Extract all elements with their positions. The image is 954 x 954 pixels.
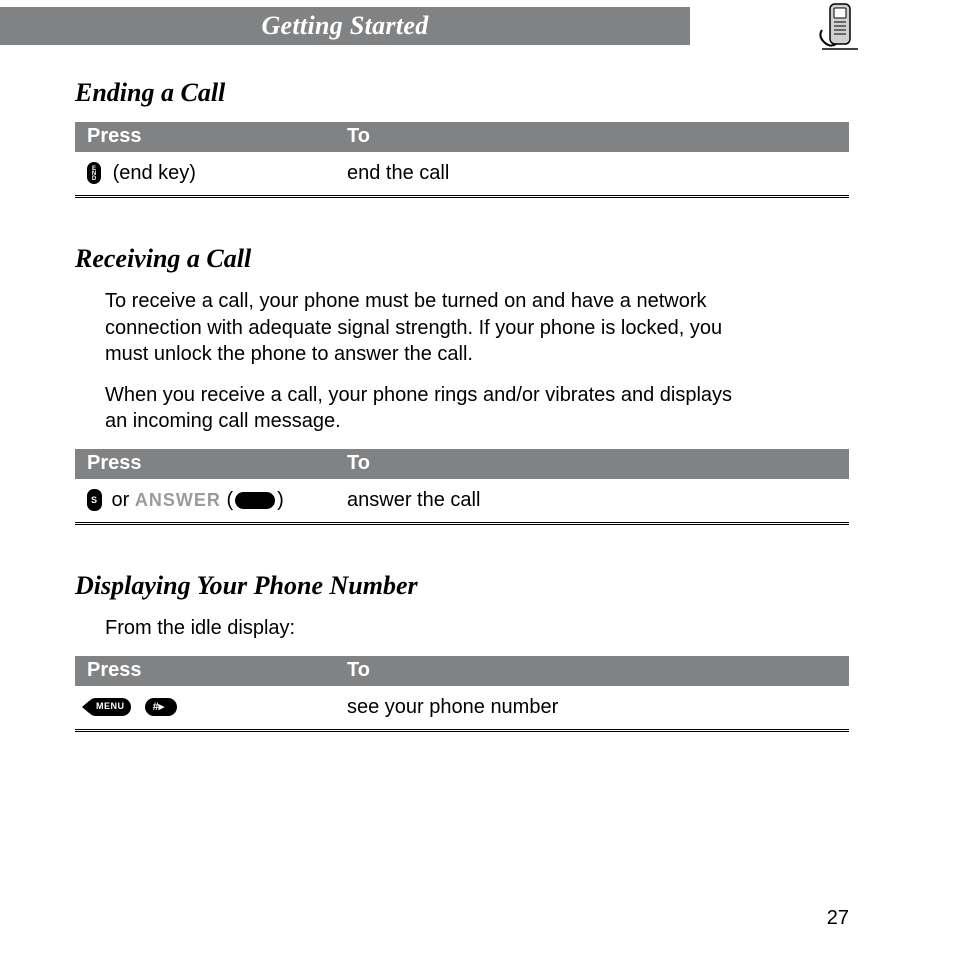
col-header-to: To bbox=[335, 656, 849, 686]
page-number: 27 bbox=[827, 907, 849, 930]
heading-receiving-a-call: Receiving a Call bbox=[75, 244, 849, 274]
table-row: or ANSWER () answer the call bbox=[75, 479, 849, 524]
page-header-title: Getting Started bbox=[261, 11, 428, 41]
answer-softkey-label: ANSWER bbox=[135, 490, 221, 510]
heading-ending-a-call: Ending a Call bbox=[75, 78, 849, 108]
phone-illustration-icon bbox=[812, 0, 868, 56]
col-header-press: Press bbox=[75, 449, 335, 479]
page-content: Ending a Call Press To (end key) end the… bbox=[75, 0, 849, 732]
send-key-icon bbox=[87, 489, 102, 511]
cell-to: end the call bbox=[335, 152, 849, 197]
menu-key-icon bbox=[87, 698, 131, 716]
paragraph: When you receive a call, your phone ring… bbox=[105, 382, 745, 435]
close-paren: ) bbox=[277, 489, 284, 511]
table-display-number: Press To see your phone number bbox=[75, 656, 849, 732]
table-receiving-call: Press To or ANSWER () answer the call bbox=[75, 449, 849, 525]
or-text: or bbox=[106, 489, 135, 511]
manual-page: Getting Started Ending a Call Press To bbox=[0, 0, 954, 954]
table-row: see your phone number bbox=[75, 686, 849, 731]
cell-press bbox=[75, 686, 335, 731]
col-header-press: Press bbox=[75, 656, 335, 686]
col-header-press: Press bbox=[75, 122, 335, 152]
col-header-to: To bbox=[335, 449, 849, 479]
hash-key-icon bbox=[145, 698, 177, 716]
heading-displaying-phone-number: Displaying Your Phone Number bbox=[75, 571, 849, 601]
col-header-to: To bbox=[335, 122, 849, 152]
open-paren: ( bbox=[226, 489, 233, 511]
cell-to: answer the call bbox=[335, 479, 849, 524]
paragraph: From the idle display: bbox=[105, 615, 745, 642]
cell-press: (end key) bbox=[75, 152, 335, 197]
end-key-label: (end key) bbox=[113, 162, 196, 184]
end-key-icon bbox=[87, 162, 101, 184]
page-header-bar: Getting Started bbox=[0, 7, 690, 45]
cell-press: or ANSWER () bbox=[75, 479, 335, 524]
table-ending-call: Press To (end key) end the call bbox=[75, 122, 849, 198]
softkey-icon bbox=[235, 492, 275, 509]
table-row: (end key) end the call bbox=[75, 152, 849, 197]
cell-to: see your phone number bbox=[335, 686, 849, 731]
paragraph: To receive a call, your phone must be tu… bbox=[105, 288, 745, 368]
